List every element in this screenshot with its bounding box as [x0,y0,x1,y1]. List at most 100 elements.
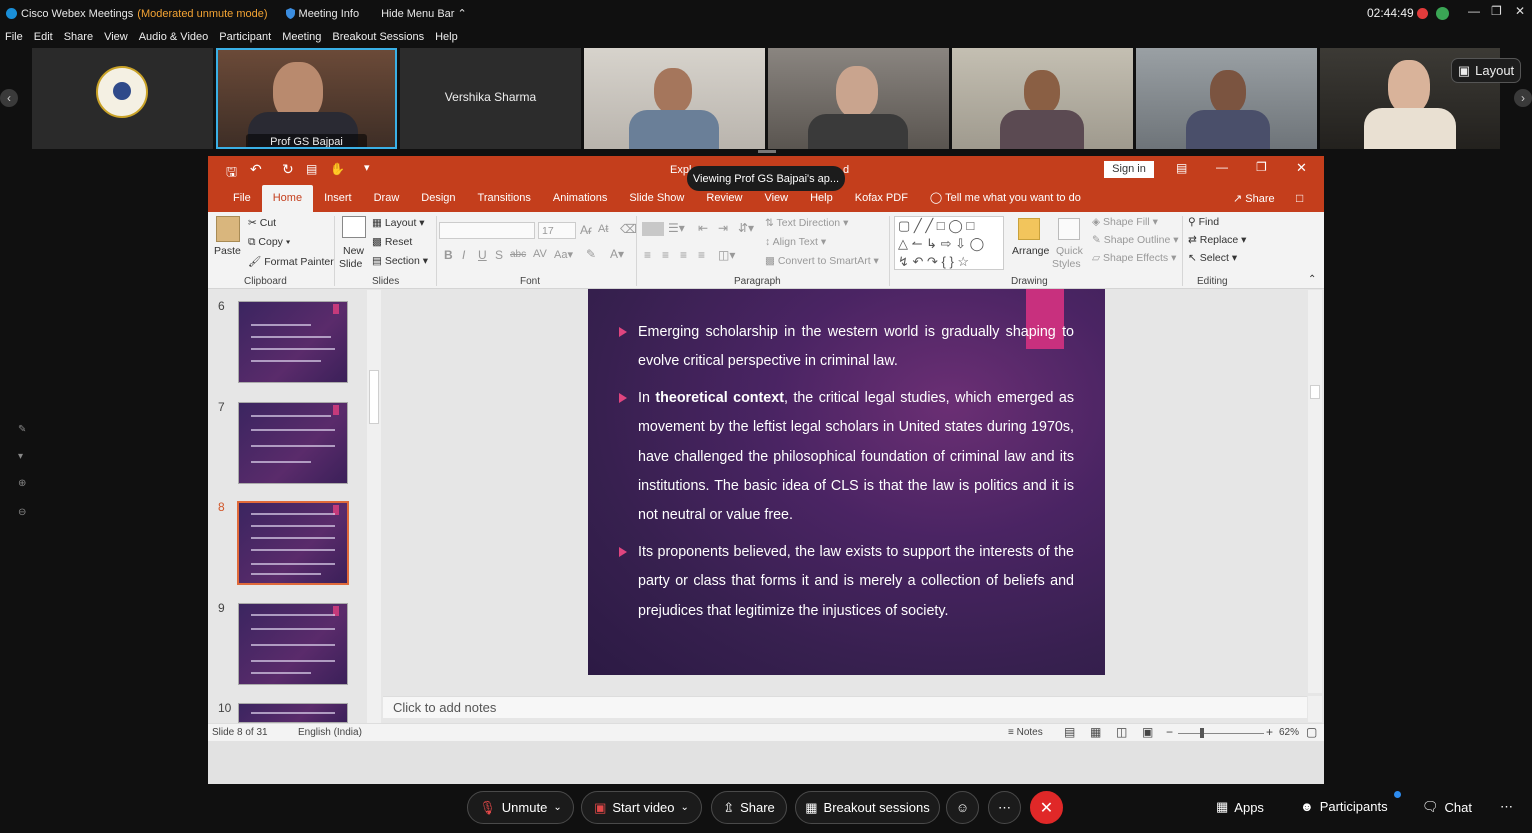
ppt-close-icon[interactable]: ✕ [1296,160,1307,176]
strip-next-button[interactable]: › [1514,89,1532,107]
save-icon[interactable]: 🖫 [226,163,237,185]
text-direction-button[interactable]: ⇅ Text Direction ▾ [765,217,848,229]
convert-smartart-button[interactable]: ▩ Convert to SmartArt ▾ [765,255,879,267]
tab-help[interactable]: Help [799,192,844,212]
menu-file[interactable]: File [5,31,23,43]
menu-help[interactable]: Help [435,31,458,43]
hide-menu-bar-button[interactable]: Hide Menu Bar ⌃ [381,7,467,20]
menu-breakout-sessions[interactable]: Breakout Sessions [332,31,424,43]
shape-outline-button[interactable]: ✎ Shape Outline ▾ [1092,234,1179,246]
replace-button[interactable]: ⇄ Replace ▾ [1188,234,1246,246]
zoom-slider-thumb[interactable] [1200,728,1204,738]
zoom-in-button[interactable]: + [1266,725,1273,739]
notes-pane[interactable]: Click to add notes [383,696,1307,718]
tell-me-search[interactable]: ◯ Tell me what you want to do [919,191,1092,212]
strip-prev-button[interactable]: ‹ [0,89,18,107]
decrease-font-icon[interactable]: Aᵵ [598,223,608,235]
format-painter-button[interactable]: 🖌 Format Painter [248,255,334,268]
quick-styles-button-line2[interactable]: Styles [1052,258,1081,270]
start-video-button[interactable]: ▣ Start video ⌄ [581,791,702,824]
slide-bullet-2[interactable]: In theoretical context, the critical leg… [619,384,1074,530]
tab-home[interactable]: Home [261,185,314,212]
shapes-gallery[interactable]: ▢ ╱ ╱ □ ◯ □ △ ↼ ↳ ⇨ ⇩ ◯ ↯ ↶ ↷ { } ☆ [894,216,1004,270]
copy-button[interactable]: ⧉ Copy ▾ [248,236,290,249]
font-name-combo[interactable] [439,222,535,239]
zoom-out-button[interactable]: − [1166,725,1173,739]
normal-view-icon[interactable]: ▤ [1064,725,1075,739]
more-options-button[interactable]: ⋯ [988,791,1021,824]
reading-view-icon[interactable]: ◫ [1116,725,1127,739]
tab-animations[interactable]: Animations [542,192,618,212]
redo-icon[interactable]: ↻ [282,161,294,178]
layout-dropdown[interactable]: ▦ Layout ▾ [372,217,425,229]
increase-indent-icon[interactable]: ⇥ [718,221,728,235]
increase-font-icon[interactable]: Aᵳ [580,223,592,237]
new-slide-button-line2[interactable]: Slide [339,258,362,270]
zoom-in-icon[interactable]: ⊕ [18,478,30,490]
strikethrough-icon[interactable]: abc [510,249,526,260]
section-dropdown[interactable]: ▤ Section ▾ [372,255,428,267]
new-slide-button[interactable]: New [343,245,364,257]
ppt-minimize-icon[interactable]: — [1216,160,1228,174]
decrease-indent-icon[interactable]: ⇤ [698,221,708,235]
participant-tile-logo[interactable] [32,48,213,149]
line-spacing-icon[interactable]: ⇵▾ [738,221,754,235]
pointer-icon[interactable]: ▾ [18,451,30,463]
slide-thumbnail-7[interactable] [238,402,348,484]
menu-view[interactable]: View [104,31,128,43]
numbering-icon[interactable]: ☰▾ [668,221,685,235]
participant-tile-host[interactable]: Prof GS Bajpai [216,48,397,149]
cut-button[interactable]: ✂ Cut [248,217,276,229]
tab-slide-show[interactable]: Slide Show [618,192,695,212]
fit-slide-icon[interactable]: ▢ [1306,725,1317,739]
notes-scrollbar[interactable] [1308,696,1322,722]
slideshow-icon[interactable]: ▤ [306,162,317,176]
tab-design[interactable]: Design [410,192,466,212]
menu-audio-video[interactable]: Audio & Video [139,31,209,43]
zoom-level[interactable]: 62% [1279,727,1299,738]
participant-tile-no-video[interactable]: Vershika Sharma [400,48,581,149]
collapse-ribbon-icon[interactable]: ⌃ [1308,274,1316,285]
end-meeting-button[interactable]: ✕ [1030,791,1063,824]
character-spacing-icon[interactable]: AV [533,248,547,260]
current-slide[interactable]: Emerging scholarship in the western worl… [588,289,1105,675]
align-center-icon[interactable]: ≡ [662,248,669,262]
align-right-icon[interactable]: ≡ [680,248,687,262]
reset-button[interactable]: ▩ Reset [372,236,412,248]
bullets-icon[interactable] [642,222,664,236]
justify-icon[interactable]: ≡ [698,248,705,262]
tab-kofax-pdf[interactable]: Kofax PDF [844,192,919,212]
unmute-button[interactable]: 🎙 Unmute ⌄ [467,791,574,824]
sign-in-button[interactable]: Sign in [1104,161,1154,178]
layout-button[interactable]: ▣ Layout [1451,58,1521,83]
slide-sorter-icon[interactable]: ▦ [1090,725,1101,739]
paste-button[interactable]: Paste [214,245,241,257]
find-button[interactable]: ⚲ Find [1188,216,1219,228]
align-left-icon[interactable]: ≡ [644,248,651,262]
avatar[interactable] [1436,7,1449,20]
participant-tile-video[interactable] [584,48,765,149]
canvas-scrollbar[interactable] [1308,290,1322,693]
clear-formatting-icon[interactable]: ⌫ [620,222,637,236]
tab-file[interactable]: File [222,192,262,212]
shadow-icon[interactable]: S [495,248,503,262]
participant-tile-video[interactable] [1136,48,1317,149]
font-size-combo[interactable]: 17 [538,222,576,239]
undo-icon[interactable]: ↶ [250,161,262,178]
slide-thumbnail-10[interactable] [238,703,348,723]
menu-participant[interactable]: Participant [219,31,271,43]
share-drag-handle[interactable] [758,150,776,153]
reactions-button[interactable]: ☺ [946,791,979,824]
font-color-icon[interactable]: A▾ [610,247,624,261]
slide-thumbnail-9[interactable] [238,603,348,685]
tab-view[interactable]: View [753,192,799,212]
close-icon[interactable]: ✕ [1515,4,1525,18]
thumbnails-scrollbar[interactable] [367,290,381,723]
zoom-slider[interactable] [1178,733,1264,734]
ppt-restore-icon[interactable]: ❐ [1256,160,1267,174]
align-text-button[interactable]: ↕ Align Text ▾ [765,236,826,248]
participants-button[interactable]: ☻ Participants [1300,799,1388,814]
participant-tile-video[interactable] [952,48,1133,149]
zoom-out-icon[interactable]: ⊖ [18,507,30,519]
menu-share[interactable]: Share [64,31,93,43]
